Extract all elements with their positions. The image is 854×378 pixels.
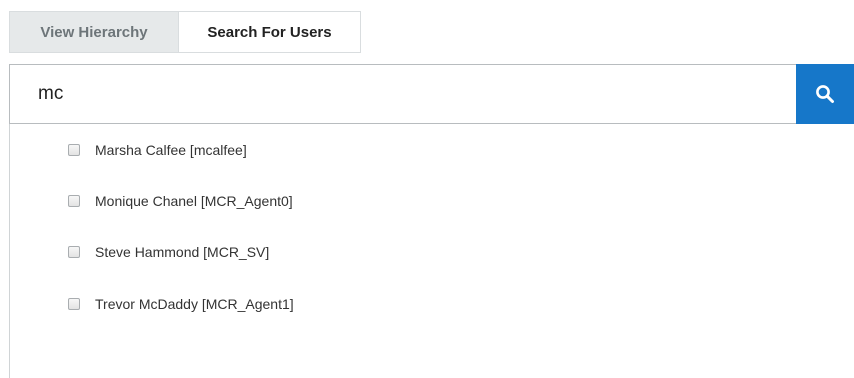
result-checkbox[interactable]: [68, 298, 80, 310]
tab-view-hierarchy[interactable]: View Hierarchy: [9, 11, 179, 53]
tab-search-for-users[interactable]: Search For Users: [179, 11, 361, 53]
result-label: Steve Hammond [MCR_SV]: [95, 244, 270, 260]
search-button[interactable]: [796, 64, 854, 124]
search-icon: [816, 85, 834, 103]
result-checkbox[interactable]: [68, 195, 80, 207]
result-label: Trevor McDaddy [MCR_Agent1]: [95, 296, 294, 312]
tab-bar: View Hierarchy Search For Users: [9, 11, 361, 53]
search-input[interactable]: [9, 64, 796, 124]
result-checkbox[interactable]: [68, 144, 80, 156]
result-label: Marsha Calfee [mcalfee]: [95, 142, 247, 158]
search-results-list: Marsha Calfee [mcalfee] Monique Chanel […: [9, 124, 854, 378]
search-bar: [9, 64, 854, 124]
list-item[interactable]: Marsha Calfee [mcalfee]: [68, 140, 247, 160]
list-item[interactable]: Trevor McDaddy [MCR_Agent1]: [68, 294, 294, 314]
result-label: Monique Chanel [MCR_Agent0]: [95, 193, 293, 209]
list-item[interactable]: Steve Hammond [MCR_SV]: [68, 242, 269, 262]
result-checkbox[interactable]: [68, 246, 80, 258]
list-item[interactable]: Monique Chanel [MCR_Agent0]: [68, 191, 293, 211]
user-search-panel: View Hierarchy Search For Users Marsha C…: [0, 0, 854, 378]
